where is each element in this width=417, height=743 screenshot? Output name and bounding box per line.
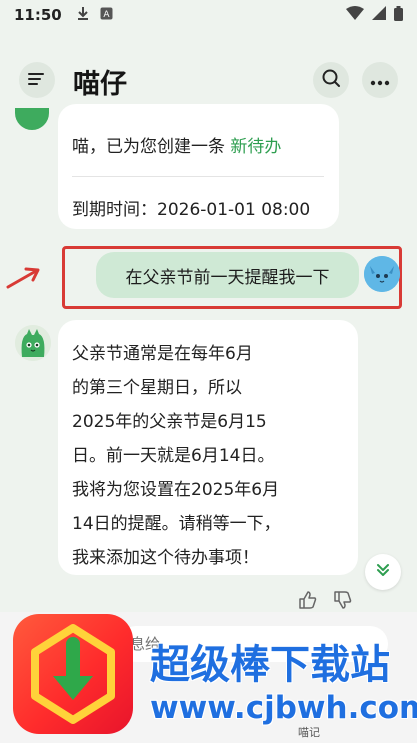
bottom-nav-label[interactable]: 喵记	[298, 724, 320, 740]
status-time: 11:50	[14, 6, 62, 24]
watermark-url: www.cjbwh.com	[150, 690, 417, 726]
more-icon	[370, 71, 390, 90]
todo-card-prefix: 喵，已为您创建一条	[72, 137, 231, 157]
todo-card-message: 喵，已为您创建一条 新待办 到期时间：2026-01-01 08:00	[58, 104, 339, 229]
menu-icon	[28, 71, 46, 90]
annotation-arrow-icon	[6, 267, 40, 289]
bot-reply-message: 父亲节通常是在每年6月 的第三个星期日，所以 2025年的父亲节是6月15 日。…	[58, 320, 358, 575]
notification-a-icon: A	[100, 7, 113, 24]
bot-avatar-icon[interactable]	[15, 325, 51, 361]
thumbs-down-icon[interactable]	[333, 590, 353, 614]
search-icon	[321, 68, 341, 92]
todo-card-text: 喵，已为您创建一条 新待办	[72, 132, 281, 157]
signal-icon	[372, 6, 386, 24]
wifi-icon	[346, 6, 364, 24]
scroll-to-bottom-button[interactable]	[365, 554, 401, 590]
status-bar: 11:50 A	[0, 0, 417, 30]
download-icon	[76, 6, 90, 24]
user-message: 在父亲节前一天提醒我一下	[96, 252, 359, 298]
watermark-title: 超级棒下载站	[150, 642, 390, 688]
search-button[interactable]	[313, 62, 349, 98]
page-title: 喵仔	[73, 69, 127, 100]
watermark-logo-icon	[13, 614, 133, 734]
double-chevron-down-icon	[375, 562, 391, 582]
svg-text:A: A	[103, 10, 110, 20]
app-header: 喵仔	[0, 52, 417, 108]
bot-reply-text: 父亲节通常是在每年6月 的第三个星期日，所以 2025年的父亲节是6月15 日。…	[72, 344, 281, 568]
menu-button[interactable]	[19, 62, 55, 98]
battery-icon	[394, 5, 403, 25]
card-divider	[72, 176, 324, 177]
user-avatar-icon[interactable]	[364, 256, 400, 292]
thumbs-up-icon[interactable]	[298, 590, 318, 614]
bot-avatar-icon	[15, 108, 49, 130]
more-button[interactable]	[362, 62, 398, 98]
new-todo-link[interactable]: 新待办	[230, 137, 281, 157]
todo-due-time: 到期时间：2026-01-01 08:00	[72, 200, 311, 220]
